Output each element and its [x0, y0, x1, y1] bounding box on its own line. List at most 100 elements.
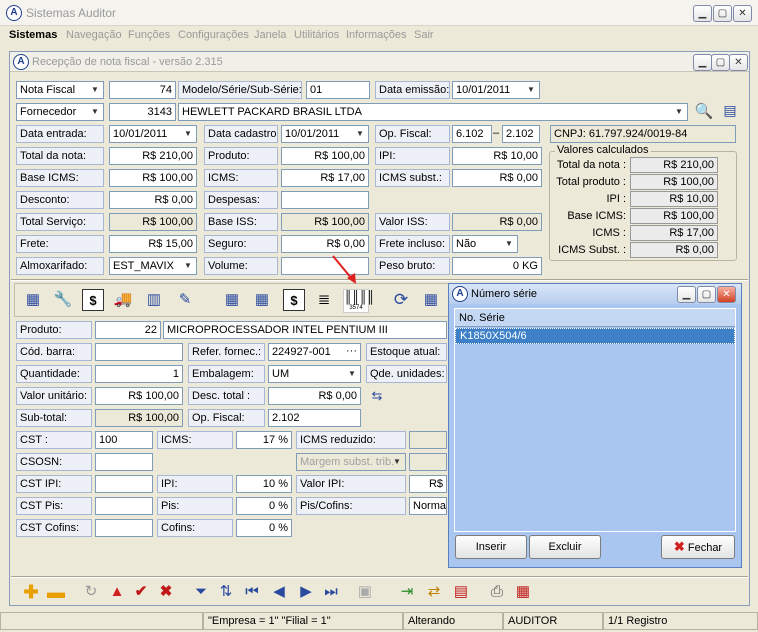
minimize-icon[interactable]: ▁: [693, 5, 712, 22]
base-icms-field[interactable]: R$ 100,00: [109, 169, 197, 187]
produto-field[interactable]: R$ 100,00: [281, 147, 369, 165]
package-icon[interactable]: ▦: [22, 289, 44, 311]
menu-sistemas[interactable]: Sistemas: [9, 29, 57, 41]
item-ipi-field[interactable]: 10 %: [236, 475, 292, 493]
add-icon[interactable]: ✚: [20, 581, 42, 603]
maximize-icon[interactable]: ▢: [713, 5, 732, 22]
icms-subst-field[interactable]: R$ 0,00: [452, 169, 542, 187]
frete-incluso-select[interactable]: Não ▼: [452, 235, 518, 253]
quantidade-field[interactable]: 1: [95, 365, 183, 383]
inserir-button[interactable]: Inserir: [455, 535, 527, 559]
almoxarifado-select[interactable]: EST_MAVIX ▼: [109, 257, 197, 275]
inner-minimize-icon[interactable]: ▁: [693, 54, 712, 71]
cancel-icon[interactable]: ✖: [155, 581, 177, 603]
dialog-minimize-icon[interactable]: ▁: [677, 286, 696, 303]
cst-field[interactable]: 100: [95, 431, 153, 449]
tipo-documento-select[interactable]: Nota Fiscal ▼: [16, 81, 104, 99]
refer-fornec-field[interactable]: 224927-001 ···: [268, 343, 361, 361]
pis-cofins-field[interactable]: Normal: [409, 497, 447, 515]
cst-ipi-field[interactable]: [95, 475, 153, 493]
menu-utilitarios[interactable]: Utilitários: [294, 29, 339, 41]
excluir-button[interactable]: Excluir: [529, 535, 601, 559]
dialog-maximize-icon[interactable]: ▢: [697, 286, 716, 303]
sort-icon[interactable]: ⇅: [215, 581, 237, 603]
item-icms-field[interactable]: 17 %: [236, 431, 292, 449]
dialog-close-icon[interactable]: ✕: [717, 286, 736, 303]
valor-ipi-field[interactable]: R$: [409, 475, 447, 493]
modelo-field[interactable]: 01: [306, 81, 370, 99]
menu-configuracoes[interactable]: Configurações: [178, 29, 249, 41]
peso-bruto-field[interactable]: 0 KG: [452, 257, 542, 275]
menu-funcoes[interactable]: Funções: [128, 29, 170, 41]
last-record-icon[interactable]: ⏭: [320, 581, 342, 603]
inner-maximize-icon[interactable]: ▢: [711, 54, 730, 71]
data-cadastro-field[interactable]: 10/01/2011 ▼: [281, 125, 369, 143]
warning-icon[interactable]: ▲: [106, 581, 128, 603]
despesas-field[interactable]: [281, 191, 369, 209]
list-windows-icon[interactable]: ▤: [720, 102, 740, 122]
op-fiscal-1-field[interactable]: 6.102: [452, 125, 492, 143]
seguro-field[interactable]: R$ 0,00: [281, 235, 369, 253]
close-icon[interactable]: ✕: [733, 5, 752, 22]
embalagem-select[interactable]: UM ▼: [268, 365, 361, 383]
box-icon[interactable]: ▦: [221, 289, 243, 311]
copy-icon[interactable]: ▣: [354, 581, 376, 603]
refresh-icon[interactable]: ⟳: [390, 289, 412, 311]
fornecedor-select[interactable]: Fornecedor ▼: [16, 103, 104, 121]
transfer-icon[interactable]: ⇄: [423, 581, 445, 603]
fornecedor-nome-select[interactable]: HEWLETT PACKARD BRASIL LTDA ▼: [178, 103, 688, 121]
cst-pis-field[interactable]: [95, 497, 153, 515]
report-icon[interactable]: ▤: [450, 581, 472, 603]
pis-field[interactable]: 0 %: [236, 497, 292, 515]
filter-icon[interactable]: ⏷: [190, 581, 212, 603]
item-op-fiscal-field[interactable]: 2.102: [268, 409, 361, 427]
previous-record-icon[interactable]: ◀: [268, 581, 290, 603]
ipi-field[interactable]: R$ 10,00: [452, 147, 542, 165]
csosn-field[interactable]: [95, 453, 153, 471]
cod-barra-field[interactable]: [95, 343, 183, 361]
fornecedor-codigo-field[interactable]: 3143: [109, 103, 176, 121]
book-icon[interactable]: ▥: [143, 289, 165, 311]
desc-total-field[interactable]: R$ 0,00: [268, 387, 361, 405]
valor-unitario-field[interactable]: R$ 100,00: [95, 387, 183, 405]
print-icon[interactable]: ⎙: [486, 581, 508, 603]
cofins-field[interactable]: 0 %: [236, 519, 292, 537]
menu-navegacao[interactable]: Navegação: [66, 29, 122, 41]
remove-icon[interactable]: ▬: [45, 581, 67, 603]
import-icon[interactable]: ⇥: [396, 581, 418, 603]
total-nota-field[interactable]: R$ 210,00: [109, 147, 197, 165]
menu-janela[interactable]: Janela: [254, 29, 286, 41]
numero-nota-field[interactable]: 74: [109, 81, 176, 99]
op-fiscal-2-field[interactable]: 2.102: [502, 125, 540, 143]
inner-close-icon[interactable]: ✕: [729, 54, 748, 71]
box-extra-icon[interactable]: ▦: [420, 289, 442, 311]
item-produto-codigo[interactable]: 22: [95, 321, 161, 339]
serie-column-header[interactable]: No. Série: [455, 309, 735, 327]
icms-field[interactable]: R$ 17,00: [281, 169, 369, 187]
serie-row[interactable]: K1850X504/6: [455, 328, 735, 344]
confirm-icon[interactable]: ✔: [130, 581, 152, 603]
ellipsis-button[interactable]: ···: [346, 345, 357, 357]
frete-field[interactable]: R$ 15,00: [109, 235, 197, 253]
box-open-icon[interactable]: ▦: [251, 289, 273, 311]
swap-icon[interactable]: ⇆: [368, 388, 386, 404]
data-emissao-field[interactable]: 10/01/2011 ▼: [452, 81, 540, 99]
edit-document-icon[interactable]: ✎: [174, 289, 196, 311]
menu-sair[interactable]: Sair: [414, 29, 434, 41]
desconto-field[interactable]: R$ 0,00: [109, 191, 197, 209]
undo-icon[interactable]: ↻: [80, 581, 102, 603]
item-produto-nome[interactable]: MICROPROCESSADOR INTEL PENTIUM III: [163, 321, 447, 339]
tools-icon[interactable]: 🔧: [52, 289, 74, 311]
menu-informacoes[interactable]: Informações: [346, 29, 407, 41]
calculator-icon[interactable]: ▦: [512, 581, 534, 603]
fechar-button[interactable]: ✖ Fechar: [661, 535, 735, 559]
barcode-icon[interactable]: ║║║║ 3574: [343, 289, 375, 313]
truck-icon[interactable]: 🚚: [112, 289, 134, 311]
cash-icon[interactable]: $: [283, 289, 305, 311]
price-icon[interactable]: $: [82, 289, 104, 311]
data-entrada-field[interactable]: 10/01/2011 ▼: [109, 125, 197, 143]
list-lines-icon[interactable]: ≣: [313, 289, 335, 311]
search-icon[interactable]: 🔍: [694, 102, 714, 122]
first-record-icon[interactable]: ⏮: [241, 581, 263, 603]
cst-cofins-field[interactable]: [95, 519, 153, 537]
